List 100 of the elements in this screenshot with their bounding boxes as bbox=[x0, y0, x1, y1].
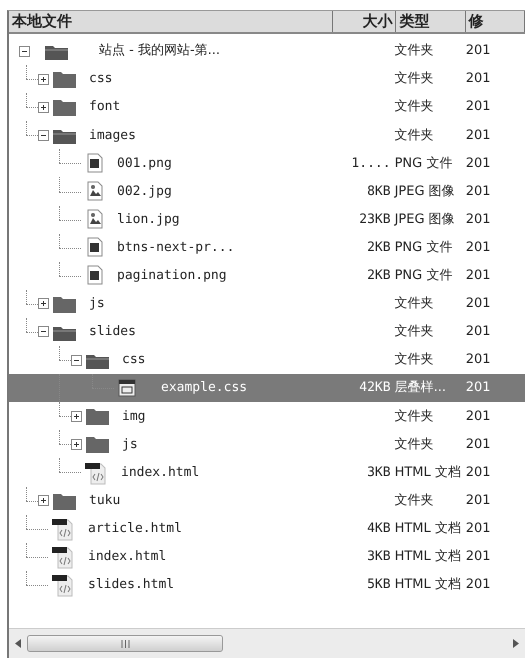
file-type: 文件夹 bbox=[394, 42, 435, 60]
modified-date: 201 bbox=[466, 576, 492, 594]
tree-row[interactable]: btns-next-pr... 2KB PNG 文件 201 bbox=[9, 234, 525, 262]
tree-row[interactable]: index.html 3KB HTML 文档 201 bbox=[9, 458, 525, 486]
file-size: 8KB bbox=[366, 182, 392, 201]
modified-date: 201 bbox=[466, 492, 492, 510]
tree-row[interactable]: img 文件夹 201 bbox=[9, 402, 525, 430]
collapse-toggle[interactable] bbox=[71, 354, 82, 366]
file-type: HTML 文档 bbox=[394, 520, 462, 538]
modified-date: 201 bbox=[466, 295, 492, 314]
scroll-left-icon[interactable] bbox=[15, 639, 21, 648]
column-header[interactable]: 修 bbox=[466, 11, 525, 32]
modified-date: 201 bbox=[466, 42, 492, 60]
file-type: HTML 文档 bbox=[394, 548, 462, 566]
file-name: css bbox=[89, 70, 112, 88]
tree-row[interactable]: index.html 3KB HTML 文档 201 bbox=[9, 542, 525, 571]
modified-date: 201 bbox=[466, 210, 492, 229]
collapse-toggle[interactable] bbox=[19, 46, 30, 57]
file-size: 2KB bbox=[366, 267, 392, 286]
file-name: index.html bbox=[88, 548, 166, 566]
grip-icon bbox=[120, 640, 130, 648]
file-name: font bbox=[89, 98, 120, 116]
file-size: 42KB bbox=[358, 379, 392, 398]
tree-row[interactable]: slides 文件夹 201 bbox=[9, 318, 525, 346]
file-size: 3KB bbox=[366, 548, 392, 566]
expand-toggle[interactable] bbox=[38, 102, 49, 113]
modified-date: 201 bbox=[466, 70, 492, 88]
expand-toggle[interactable] bbox=[71, 410, 82, 422]
modified-date: 201 bbox=[466, 154, 492, 173]
file-name: images bbox=[89, 126, 136, 145]
file-type: JPEG 图像 bbox=[394, 182, 456, 201]
tree-row[interactable]: css 文件夹 201 bbox=[9, 346, 525, 374]
collapse-toggle[interactable] bbox=[38, 326, 49, 338]
file-name: img bbox=[122, 408, 146, 426]
tree-row[interactable]: js 文件夹 201 bbox=[9, 430, 525, 458]
picture-file-icon bbox=[85, 181, 105, 202]
modified-date: 201 bbox=[466, 98, 492, 116]
file-type: 文件夹 bbox=[394, 70, 435, 88]
file-name: example.css bbox=[161, 379, 248, 398]
tree-row[interactable]: css 文件夹 201 bbox=[9, 65, 525, 94]
modified-date: 201 bbox=[466, 520, 492, 538]
expand-toggle[interactable] bbox=[38, 495, 49, 506]
file-type: JPEG 图像 bbox=[394, 210, 456, 229]
file-type: 文件夹 bbox=[394, 126, 435, 145]
file-type: PNG 文件 bbox=[394, 238, 454, 257]
column-header[interactable]: 本地文件 bbox=[9, 11, 334, 32]
column-header[interactable]: 大小 bbox=[333, 11, 396, 32]
modified-date: 201 bbox=[466, 548, 492, 566]
tree-row[interactable]: article.html 4KB HTML 文档 201 bbox=[9, 514, 525, 543]
file-type: 层叠样... bbox=[394, 379, 447, 398]
modified-date: 201 bbox=[466, 408, 492, 426]
file-type: 文件夹 bbox=[394, 323, 435, 342]
scrollbar-thumb[interactable] bbox=[27, 635, 223, 652]
tree-row[interactable]: lion.jpg 23KB JPEG 图像 201 bbox=[9, 206, 525, 234]
file-size: 23KB bbox=[358, 210, 392, 229]
file-size: 4KB bbox=[366, 520, 392, 538]
scroll-right-icon[interactable] bbox=[513, 639, 519, 648]
tree-row[interactable]: font 文件夹 201 bbox=[9, 93, 525, 122]
tree-row[interactable]: js 文件夹 201 bbox=[9, 290, 525, 318]
file-size: 1.... bbox=[350, 154, 392, 173]
expand-toggle[interactable] bbox=[71, 438, 82, 450]
tree-row[interactable]: tuku 文件夹 201 bbox=[9, 486, 525, 515]
file-name: js bbox=[89, 295, 105, 314]
expand-toggle[interactable] bbox=[38, 74, 49, 85]
stylesheet-file-icon bbox=[118, 378, 137, 398]
modified-date: 201 bbox=[466, 323, 492, 342]
file-name: 站点 - 我的网站-第... bbox=[99, 42, 220, 60]
file-type: PNG 文件 bbox=[394, 267, 454, 286]
expand-toggle[interactable] bbox=[38, 298, 49, 310]
image-file-icon bbox=[85, 152, 105, 174]
collapse-toggle[interactable] bbox=[38, 130, 49, 141]
modified-date: 201 bbox=[466, 126, 492, 145]
file-name: btns-next-pr... bbox=[117, 238, 234, 257]
tree-row[interactable]: pagination.png 2KB PNG 文件 201 bbox=[9, 262, 525, 290]
image-file-icon bbox=[85, 265, 105, 286]
file-name: tuku bbox=[89, 492, 120, 510]
file-size: 3KB bbox=[366, 464, 392, 482]
file-name: slides bbox=[89, 323, 136, 342]
modified-date: 201 bbox=[466, 379, 492, 398]
file-name: 001.png bbox=[117, 154, 172, 173]
modified-date: 201 bbox=[466, 436, 492, 454]
column-header[interactable]: 类型 bbox=[396, 11, 466, 32]
tree-row[interactable]: example.css 42KB 层叠样... 201 bbox=[9, 374, 525, 402]
file-name: article.html bbox=[88, 520, 182, 538]
tree-row[interactable]: images 文件夹 201 bbox=[9, 121, 525, 150]
tree-row[interactable]: 002.jpg 8KB JPEG 图像 201 bbox=[9, 177, 525, 206]
modified-date: 201 bbox=[466, 351, 492, 370]
file-name: index.html bbox=[121, 464, 200, 482]
tree-row[interactable]: slides.html 5KB HTML 文档 201 bbox=[9, 570, 525, 599]
file-name: slides.html bbox=[88, 576, 174, 594]
file-name: lion.jpg bbox=[117, 210, 180, 229]
file-type: PNG 文件 bbox=[394, 154, 454, 173]
file-type: 文件夹 bbox=[394, 351, 435, 370]
file-name: js bbox=[122, 436, 138, 454]
tree-row[interactable]: 001.png 1.... PNG 文件 201 bbox=[9, 149, 525, 178]
file-name: 002.jpg bbox=[117, 182, 172, 201]
horizontal-scrollbar[interactable] bbox=[9, 628, 525, 658]
file-type: 文件夹 bbox=[394, 436, 435, 454]
file-type: 文件夹 bbox=[394, 492, 435, 510]
tree-row[interactable]: 站点 - 我的网站-第... 文件夹 201 bbox=[9, 37, 525, 66]
